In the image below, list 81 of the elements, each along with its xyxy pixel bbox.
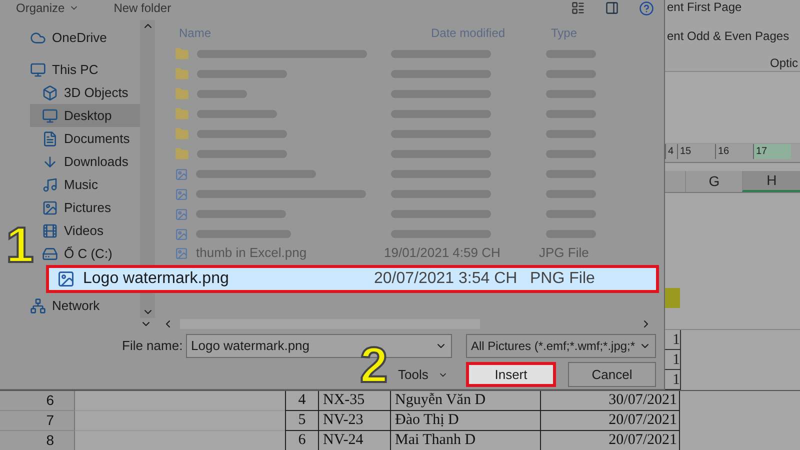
sidebar-item-icon — [30, 298, 46, 314]
cancel-button[interactable]: Cancel — [568, 362, 656, 387]
blurred-text — [546, 190, 596, 198]
folder-icon — [175, 47, 189, 61]
sidebar-item-icon — [30, 62, 46, 78]
tools-button[interactable]: Tools — [398, 362, 456, 386]
table-cell: Đào Thị D — [390, 411, 540, 431]
sidebar-item-icon — [42, 108, 58, 124]
sidebar-item[interactable]: Network — [30, 294, 140, 317]
blurred-text — [546, 70, 596, 78]
sidebar-item[interactable]: Downloads — [30, 150, 140, 173]
column-header[interactable]: H — [742, 171, 800, 192]
sidebar-item-icon — [42, 222, 58, 238]
sidebar-item[interactable]: Pictures — [30, 196, 140, 219]
blurred-text — [546, 130, 596, 138]
sidebar-item[interactable]: Desktop — [30, 104, 140, 127]
table-cell: 20/07/2021 — [540, 411, 680, 431]
row-number: 8 — [0, 431, 75, 450]
blurred-text — [546, 150, 596, 158]
file-name: Logo watermark.png — [83, 269, 230, 289]
sidebar-item-icon — [42, 176, 58, 192]
insert-button[interactable]: Insert — [466, 362, 556, 387]
image-file-icon — [175, 228, 188, 240]
ruler-number: 15 — [677, 144, 715, 159]
sidebar-item-icon — [42, 154, 58, 170]
file-type-dropdown[interactable]: All Pictures (*.emf;*.wmf;*.jpg;* — [466, 334, 656, 358]
sidebar-item[interactable]: OneDrive — [30, 26, 140, 49]
file-name-label: File name: — [122, 337, 184, 356]
file-date: 19/01/2021 4:59 CH — [384, 244, 502, 262]
table-cell: NV-24 — [318, 431, 390, 450]
selected-file-row[interactable]: Logo watermark.png 20/07/2021 3:54 CH PNG File — [46, 265, 659, 293]
file-type: PNG File — [530, 269, 595, 289]
table-cell: 4 — [285, 391, 318, 411]
sidebar-item-icon — [42, 246, 58, 262]
file-type: JPG File — [539, 244, 589, 262]
organize-menu[interactable]: Organize — [16, 0, 79, 17]
folder-icon — [175, 87, 189, 101]
sidebar-item[interactable]: This PC — [30, 58, 140, 81]
image-file-icon — [175, 188, 188, 200]
folder-icon — [175, 127, 189, 141]
folder-icon — [175, 107, 189, 121]
file-date: 20/07/2021 3:54 CH — [374, 269, 518, 289]
blurred-text — [546, 230, 596, 238]
image-file-icon — [175, 246, 188, 260]
ribbon-option[interactable]: ent Odd & Even Pages — [667, 29, 790, 44]
table-cell: Mai Thanh D — [390, 431, 540, 450]
row-number: 7 — [0, 411, 75, 431]
blurred-text — [546, 90, 596, 98]
blurred-text — [546, 50, 596, 58]
table-cell: 20/07/2021 — [540, 431, 680, 450]
new-folder-button[interactable]: New folder — [114, 0, 172, 17]
table-cell: NX-35 — [318, 391, 390, 411]
preview-pane-icon[interactable] — [605, 1, 619, 15]
table-cell: 6 — [285, 431, 318, 450]
sidebar-item[interactable]: Documents — [30, 127, 140, 150]
image-file-icon — [175, 208, 188, 220]
row-number: 6 — [0, 391, 75, 411]
image-file-icon — [57, 270, 75, 288]
blurred-text — [546, 110, 596, 118]
folder-icon — [175, 147, 189, 161]
table-cell: Nguyễn Văn D — [390, 391, 540, 411]
blurred-text — [546, 170, 596, 178]
table-cell: NV-23 — [318, 411, 390, 431]
sidebar-item[interactable]: Music — [30, 173, 140, 196]
table-cell: 5 — [285, 411, 318, 431]
group-label: Optic — [770, 56, 798, 71]
sidebar-item-icon — [42, 200, 58, 216]
sidebar-item-icon — [42, 84, 58, 100]
help-icon[interactable] — [639, 0, 654, 16]
blurred-text — [546, 210, 596, 218]
view-icon[interactable] — [571, 1, 585, 15]
sidebar-item-icon — [42, 130, 58, 146]
sidebar-item[interactable]: 3D Objects — [30, 81, 140, 104]
ruler-number: 17 — [753, 144, 791, 159]
highlighted-cell — [665, 288, 680, 308]
sidebar-item-icon — [30, 30, 46, 46]
table-cell: 30/07/2021 — [540, 391, 680, 411]
ribbon-option[interactable]: ent First Page — [667, 0, 742, 15]
image-file-icon — [175, 168, 188, 180]
blurred-text — [197, 90, 247, 98]
folder-icon — [175, 67, 189, 81]
